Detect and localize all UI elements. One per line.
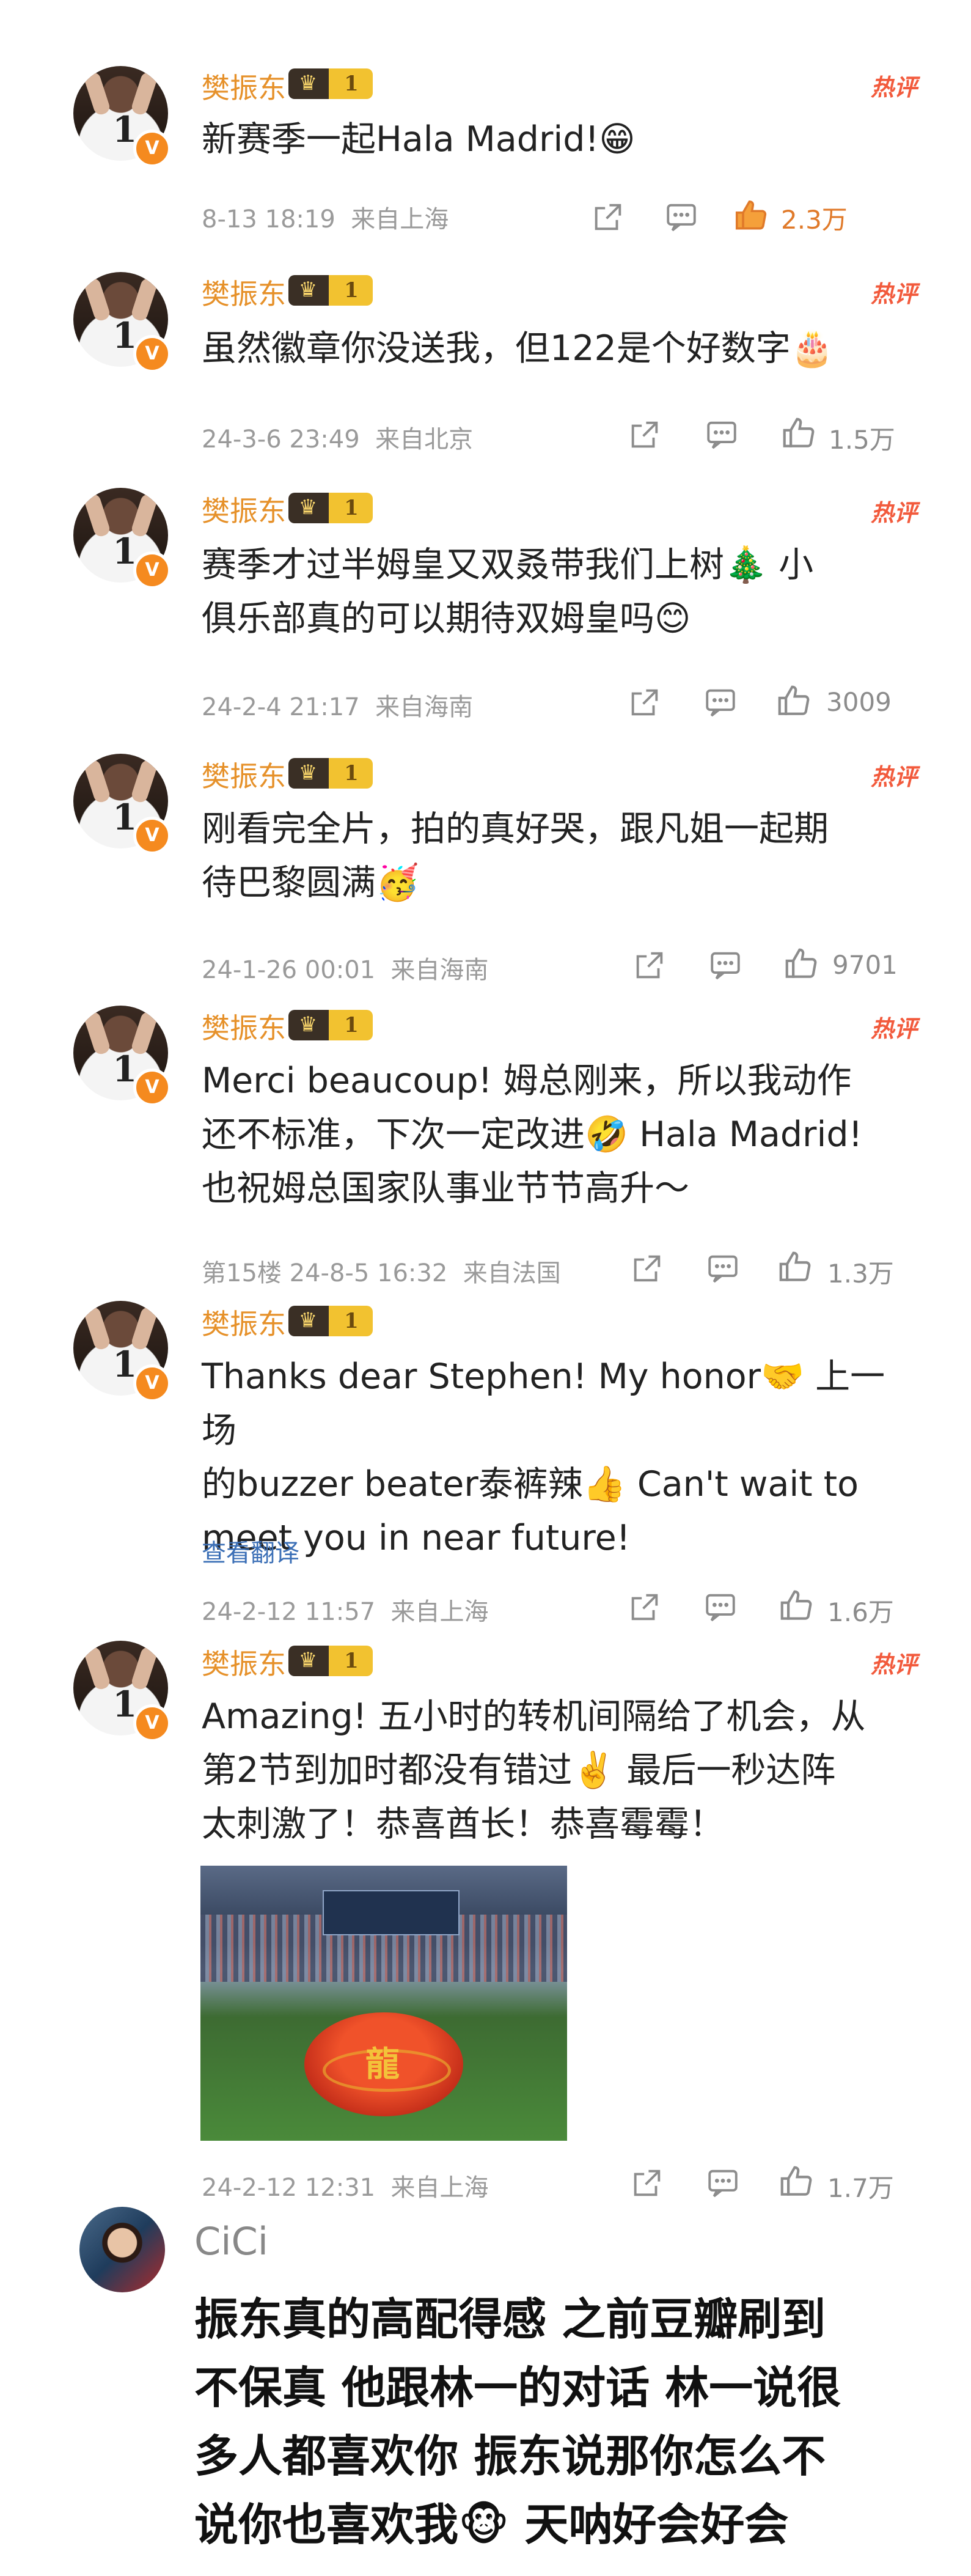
crown-icon: ♛ xyxy=(298,1648,318,1673)
username[interactable]: 樊振东 xyxy=(202,1642,286,1682)
like-icon[interactable] xyxy=(777,1587,815,1625)
like-icon[interactable] xyxy=(780,414,818,452)
vip-badge[interactable]: ♛ 1 xyxy=(288,1010,373,1040)
football-image: 龍 xyxy=(304,2012,463,2116)
crown-icon: ♛ xyxy=(298,1012,318,1037)
like-icon[interactable] xyxy=(782,945,820,983)
vip-badge[interactable]: ♛ 1 xyxy=(288,1306,373,1336)
comment-icon[interactable] xyxy=(708,948,743,983)
like-icon[interactable] xyxy=(777,2163,815,2201)
share-icon[interactable] xyxy=(590,199,626,235)
comment-meta: 24-2-4 21:17 来自海南 xyxy=(202,693,474,721)
comment-meta: 24-2-12 11:57 来自上海 xyxy=(202,1598,489,1626)
v-verified-icon: V xyxy=(133,1704,171,1742)
comment-icon[interactable] xyxy=(704,417,739,452)
hot-comment-label: 热评 xyxy=(870,499,917,526)
comment-icon[interactable] xyxy=(705,1251,741,1286)
crown-icon: ♛ xyxy=(298,71,318,95)
v-verified-icon: V xyxy=(133,1069,171,1106)
comment-text: 赛季才过半姆皇又双叒带我们上树🎄 小 俱乐部真的可以期待双姆皇吗😊 xyxy=(202,545,814,639)
v-verified-icon: V xyxy=(133,551,171,589)
comment-text: Merci beaucoup! 姆总刚来，所以我动作 还不标准，下次一定改进🤣 … xyxy=(202,1061,863,1209)
like-icon[interactable] xyxy=(775,682,813,720)
like-icon[interactable] xyxy=(732,197,770,235)
hot-comment-label: 热评 xyxy=(870,764,917,790)
crown-icon: ♛ xyxy=(298,1308,318,1333)
username[interactable]: 樊振东 xyxy=(202,272,286,312)
comment-icon[interactable] xyxy=(664,199,699,235)
vip-badge[interactable]: ♛ 1 xyxy=(288,68,373,99)
comment-meta: 24-2-12 12:31 来自上海 xyxy=(202,2174,489,2202)
crown-icon: ♛ xyxy=(298,760,318,785)
username[interactable]: 樊振东 xyxy=(202,66,286,106)
like-count: 1.7万 xyxy=(827,2173,894,2203)
username[interactable]: 樊振东 xyxy=(202,489,286,529)
comment-meta: 24-1-26 00:01 来自海南 xyxy=(202,956,489,984)
crown-icon: ♛ xyxy=(298,278,318,302)
v-verified-icon: V xyxy=(133,130,171,167)
share-icon[interactable] xyxy=(627,685,662,720)
comment-meta: 24-3-6 23:49 来自北京 xyxy=(202,425,474,454)
hot-comment-label: 热评 xyxy=(870,74,917,101)
share-icon[interactable] xyxy=(629,2165,665,2201)
comment-text: 新赛季一起Hala Madrid!😁 xyxy=(202,119,636,160)
like-count: 1.3万 xyxy=(827,1259,894,1289)
comment-icon[interactable] xyxy=(705,2165,741,2201)
vip-badge[interactable]: ♛ 1 xyxy=(288,1646,373,1676)
vip-badge[interactable]: ♛ 1 xyxy=(288,275,373,306)
comment-text: 虽然徽章你没送我，但122是个好数字🎂 xyxy=(202,328,834,369)
username[interactable]: 樊振东 xyxy=(202,1302,286,1342)
comment-icon[interactable] xyxy=(703,685,738,720)
comment-text: Amazing! 五小时的转机间隔给了机会，从 第2节到加时都没有错过✌️ 最后… xyxy=(202,1696,866,1844)
v-verified-icon: V xyxy=(133,817,171,855)
vip-badge[interactable]: ♛ 1 xyxy=(288,758,373,789)
caption-text: 振东真的高配得感 之前豆瓣刷到 不保真 他跟林一的对话 林一说很 多人都喜欢你 … xyxy=(194,2294,841,2550)
like-icon[interactable] xyxy=(776,1248,814,1286)
hot-comment-label: 热评 xyxy=(870,1015,917,1042)
like-count: 3009 xyxy=(826,687,892,717)
vip-badge[interactable]: ♛ 1 xyxy=(288,493,373,523)
username[interactable]: 樊振东 xyxy=(202,754,286,795)
like-count: 2.3万 xyxy=(781,205,848,235)
v-verified-icon: V xyxy=(133,335,171,373)
comment-text: 刚看完全片，拍的真好哭，跟凡姐一起期 待巴黎圆满🥳 xyxy=(202,809,829,903)
avatar[interactable] xyxy=(79,2207,165,2292)
hot-comment-label: 热评 xyxy=(870,1651,917,1678)
crown-icon: ♛ xyxy=(298,495,318,520)
comment-text: Thanks dear Stephen! My honor🤝 上一场 的buzz… xyxy=(202,1356,885,1558)
comment-photo[interactable]: 龍 xyxy=(200,1866,567,2141)
view-translation-link[interactable]: 查看翻译 xyxy=(202,1533,299,1569)
share-icon[interactable] xyxy=(627,1589,662,1625)
comment-icon[interactable] xyxy=(703,1589,738,1625)
comment-meta: 第15楼 24-8-5 16:32 来自法国 xyxy=(202,1259,561,1287)
hot-comment-label: 热评 xyxy=(870,281,917,307)
share-icon[interactable] xyxy=(629,1251,665,1286)
username[interactable]: 樊振东 xyxy=(202,1006,286,1047)
like-count: 9701 xyxy=(832,950,898,980)
like-count: 1.6万 xyxy=(827,1597,894,1627)
v-verified-icon: V xyxy=(133,1364,171,1402)
share-icon[interactable] xyxy=(632,948,667,983)
share-icon[interactable] xyxy=(627,417,662,452)
like-count: 1.5万 xyxy=(829,425,895,455)
username[interactable]: CiCi xyxy=(194,2219,268,2264)
comment-meta: 8-13 18:19 来自上海 xyxy=(202,205,449,234)
